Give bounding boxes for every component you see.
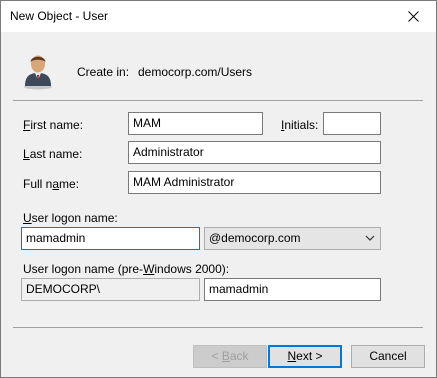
- full-name-label: Full name:: [23, 177, 80, 191]
- back-button[interactable]: < Back: [193, 345, 267, 368]
- pre-windows-2000-domain-field: DEMOCORP\: [21, 278, 200, 301]
- user-logon-name-field[interactable]: mamadmin: [21, 227, 200, 250]
- user-logon-name-label: User logon name:: [23, 211, 118, 225]
- last-name-label: Last name:: [23, 147, 83, 161]
- close-icon: [407, 11, 419, 22]
- pre-windows-2000-label: User logon name (pre-Windows 2000):: [23, 262, 230, 276]
- user-icon: [24, 55, 52, 90]
- title-bar: New Object - User: [1, 1, 436, 32]
- new-object-user-dialog: New Object - User Create in: democorp.co…: [0, 0, 437, 378]
- window-title: New Object - User: [10, 9, 109, 23]
- header-divider: [13, 100, 423, 101]
- first-name-label: First name:: [23, 118, 84, 132]
- create-in-label: Create in:: [77, 65, 130, 79]
- chevron-down-icon: [365, 235, 375, 241]
- domain-suffix-dropdown[interactable]: @democorp.com: [204, 227, 381, 250]
- cancel-button[interactable]: Cancel: [351, 345, 425, 368]
- initials-field[interactable]: [323, 112, 381, 135]
- full-name-field[interactable]: MAM Administrator: [128, 171, 381, 194]
- pre-windows-2000-name-field[interactable]: mamadmin: [204, 278, 381, 301]
- next-button[interactable]: Next >: [268, 345, 342, 368]
- initials-label: Initials:: [281, 118, 319, 132]
- domain-suffix-value: @democorp.com: [209, 231, 301, 245]
- first-name-field[interactable]: MAM: [128, 112, 263, 135]
- last-name-field[interactable]: Administrator: [128, 141, 381, 164]
- footer-divider: [13, 327, 423, 328]
- close-button[interactable]: [390, 1, 436, 32]
- create-in-path: democorp.com/Users: [138, 65, 253, 79]
